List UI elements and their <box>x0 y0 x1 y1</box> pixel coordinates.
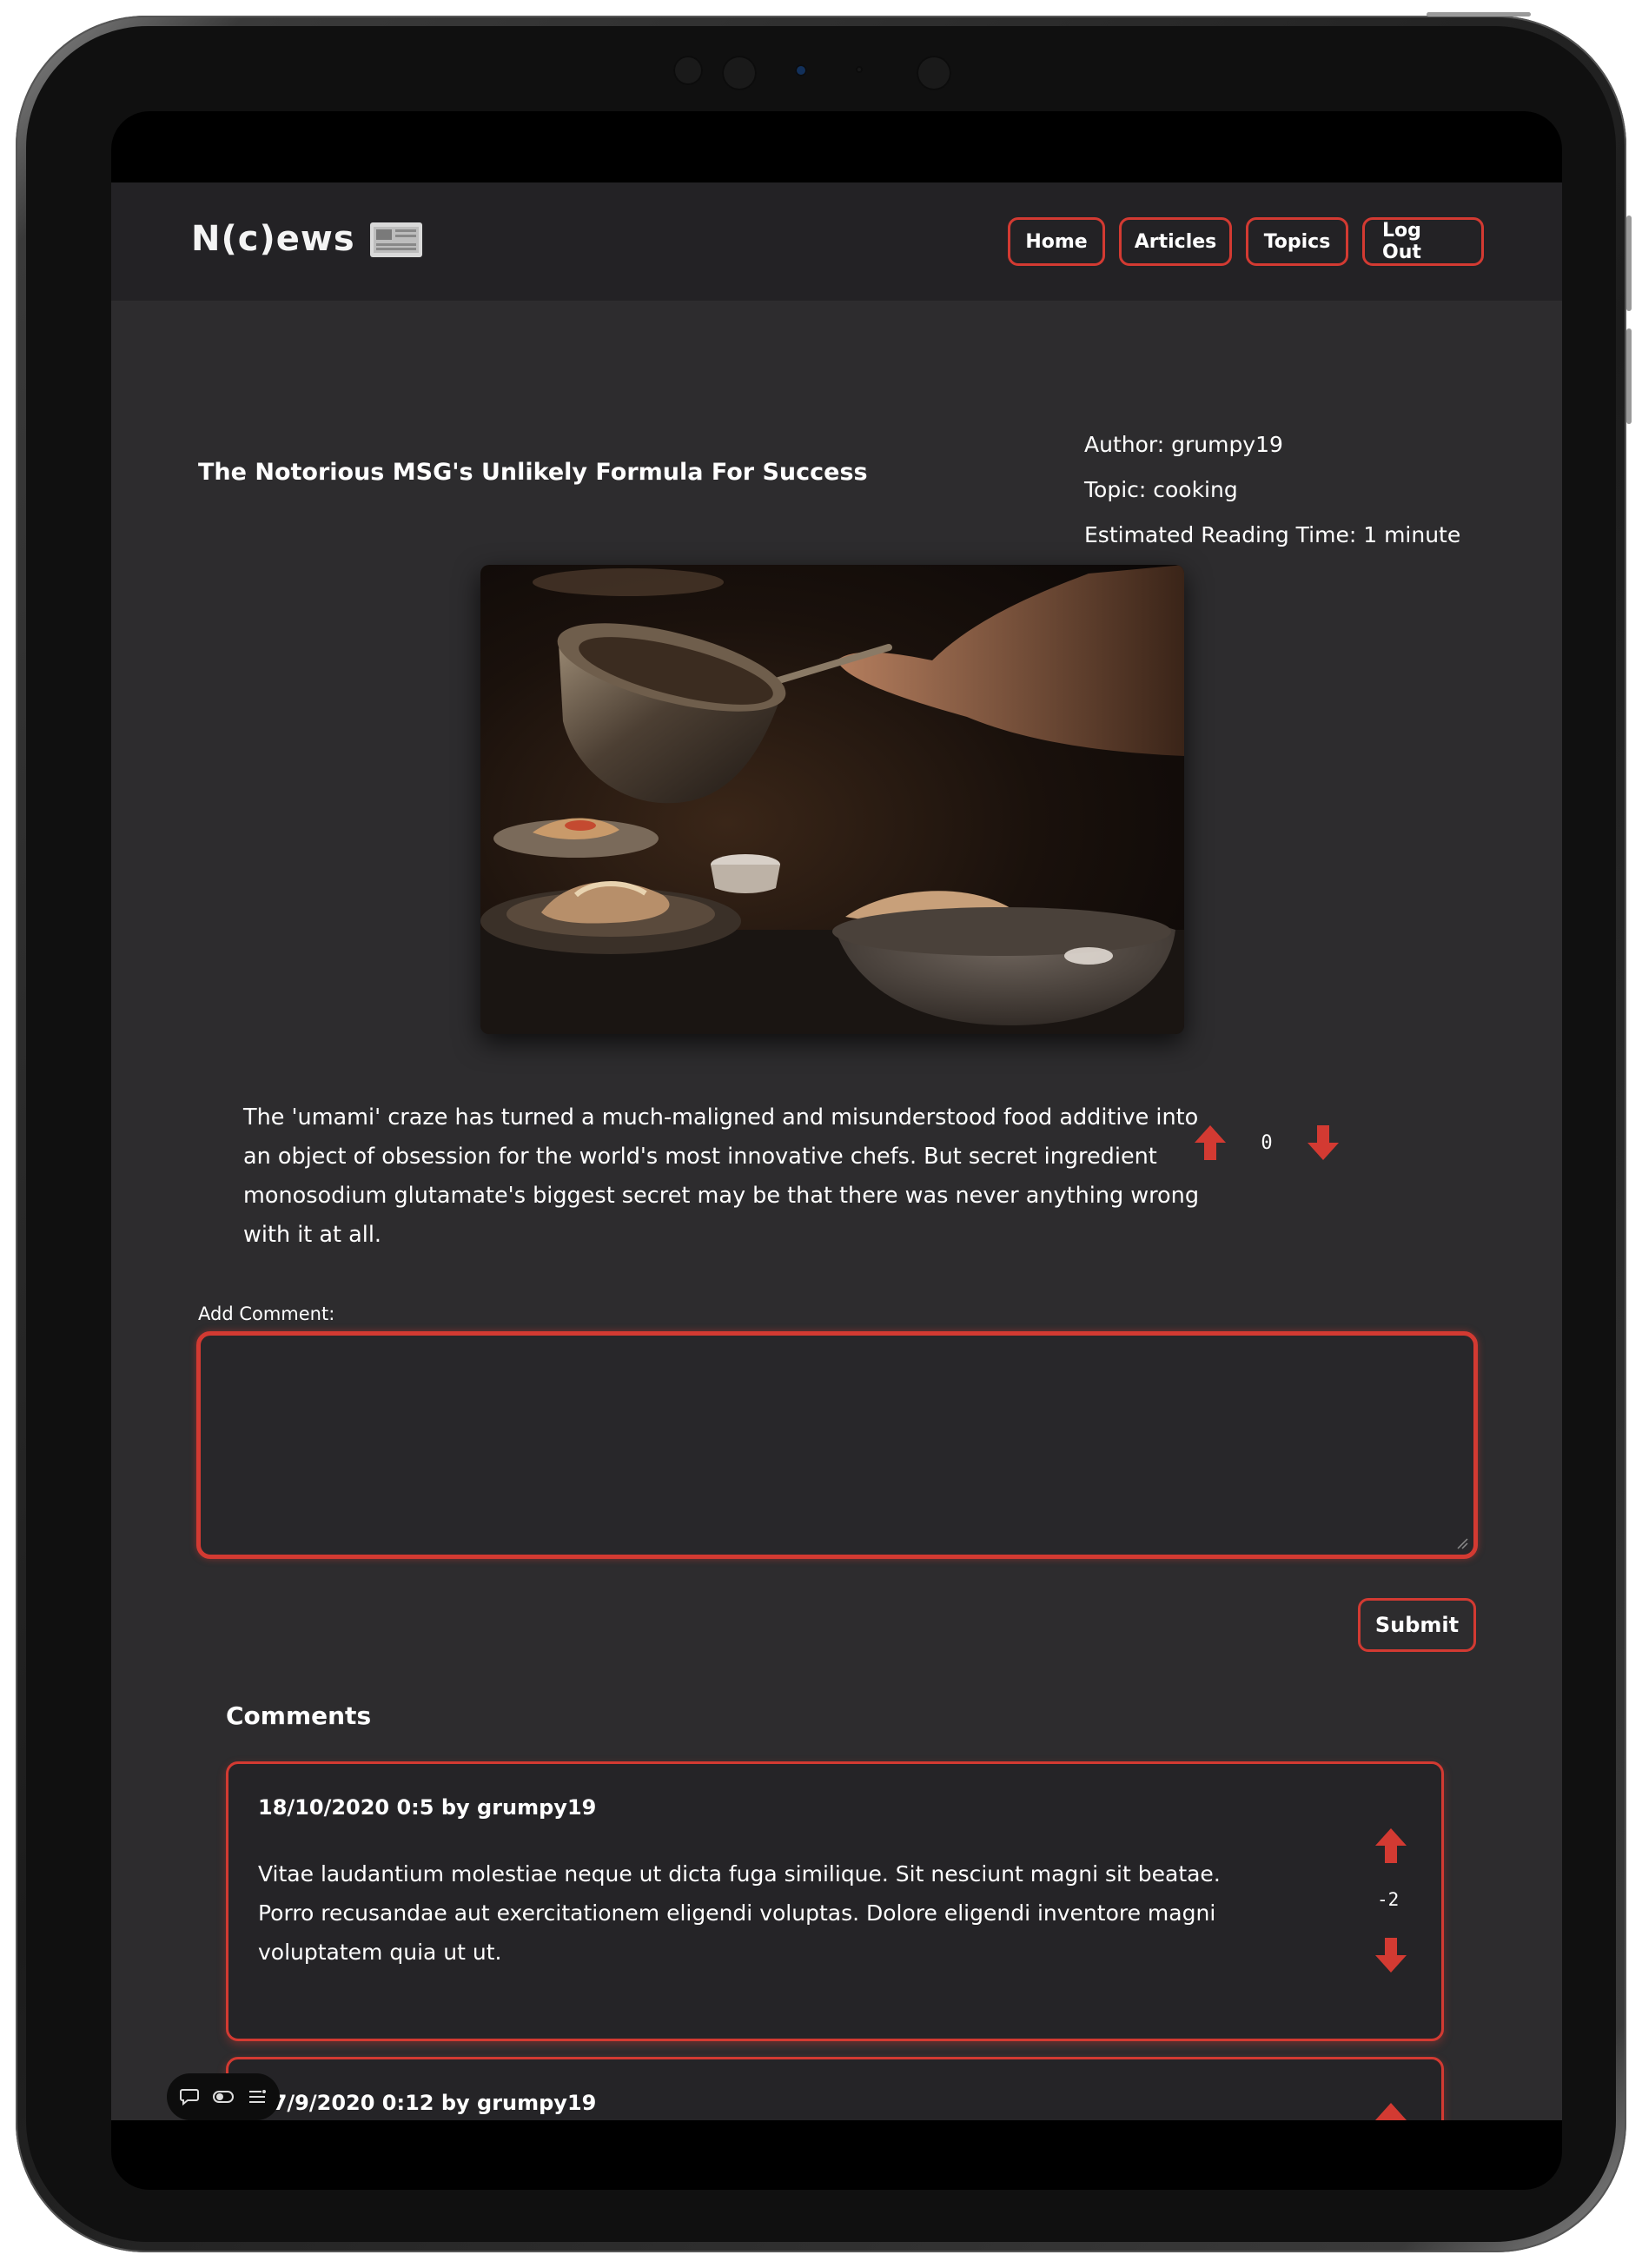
list-icon[interactable] <box>247 2088 268 2106</box>
sensor-icon <box>917 56 951 90</box>
article-page: N(c)ews Home Articles Topics Log Out The… <box>111 182 1562 2120</box>
comment-textarea[interactable] <box>196 1331 1478 1559</box>
comment-vote-count: -2 <box>1377 1889 1400 1910</box>
add-comment-label: Add Comment: <box>198 1303 335 1324</box>
article-author: Author: grumpy19 <box>1084 432 1283 457</box>
article-reading-time: Estimated Reading Time: 1 minute <box>1084 522 1461 547</box>
main-nav: Home Articles Topics Log Out <box>1008 217 1484 266</box>
site-logo[interactable]: N(c)ews <box>191 219 355 259</box>
comment-header: 18/10/2020 0:5 by grumpy19 <box>258 1795 597 1820</box>
sensor-icon <box>673 56 703 85</box>
top-navbar: N(c)ews Home Articles Topics Log Out <box>111 182 1562 301</box>
downvote-arrow-icon[interactable] <box>1306 1124 1341 1162</box>
screen: N(c)ews Home Articles Topics Log Out The… <box>111 111 1562 2190</box>
toggle-icon[interactable] <box>212 2088 235 2106</box>
submit-comment-button[interactable]: Submit <box>1358 1598 1476 1652</box>
floating-toolbar <box>167 2073 280 2120</box>
upvote-arrow-icon[interactable] <box>1374 2101 1408 2120</box>
comment-card: 18/10/2020 0:5 by grumpy19 Vitae laudant… <box>226 1761 1444 2041</box>
sensor-icon <box>722 56 757 90</box>
article-topic: Topic: cooking <box>1084 477 1238 502</box>
nav-home-button[interactable]: Home <box>1008 217 1105 266</box>
comment-body: Vitae laudantium molestiae neque ut dict… <box>258 1861 1221 1965</box>
camera-bar <box>665 50 977 90</box>
cooking-photo <box>480 565 1184 1034</box>
sensor-icon <box>856 66 863 73</box>
upvote-arrow-icon[interactable] <box>1193 1124 1228 1162</box>
comment-header: 17/9/2020 0:12 by grumpy19 <box>258 2091 597 2115</box>
article-vote-controls: 0 <box>1193 1121 1341 1164</box>
comments-heading: Comments <box>226 1701 372 1730</box>
newspaper-icon <box>370 222 422 257</box>
article-title: The Notorious MSG's Unlikely Formula For… <box>198 459 868 486</box>
article-vote-count: 0 <box>1261 1131 1273 1154</box>
article-body: The 'umami' craze has turned a much-mali… <box>243 1104 1200 1248</box>
nav-topics-button[interactable]: Topics <box>1246 217 1348 266</box>
nav-articles-button[interactable]: Articles <box>1119 217 1232 266</box>
article-image <box>480 565 1184 1034</box>
upvote-arrow-icon[interactable] <box>1374 1827 1408 1865</box>
camera-lens-icon <box>795 64 807 76</box>
nav-logout-button[interactable]: Log Out <box>1362 217 1484 266</box>
speech-bubble-icon[interactable] <box>179 2087 200 2106</box>
tablet-frame: N(c)ews Home Articles Topics Log Out The… <box>16 12 1632 2252</box>
article-meta: Author: grumpy19 Topic: cooking Estimate… <box>1084 422 1460 558</box>
comment-card: 17/9/2020 0:12 by grumpy19 <box>226 2057 1444 2120</box>
volume-down-button <box>1626 328 1632 424</box>
power-button <box>1427 12 1531 17</box>
resize-grip-icon[interactable] <box>1456 1537 1468 1549</box>
volume-up-button <box>1626 216 1632 311</box>
downvote-arrow-icon[interactable] <box>1374 1936 1408 1974</box>
